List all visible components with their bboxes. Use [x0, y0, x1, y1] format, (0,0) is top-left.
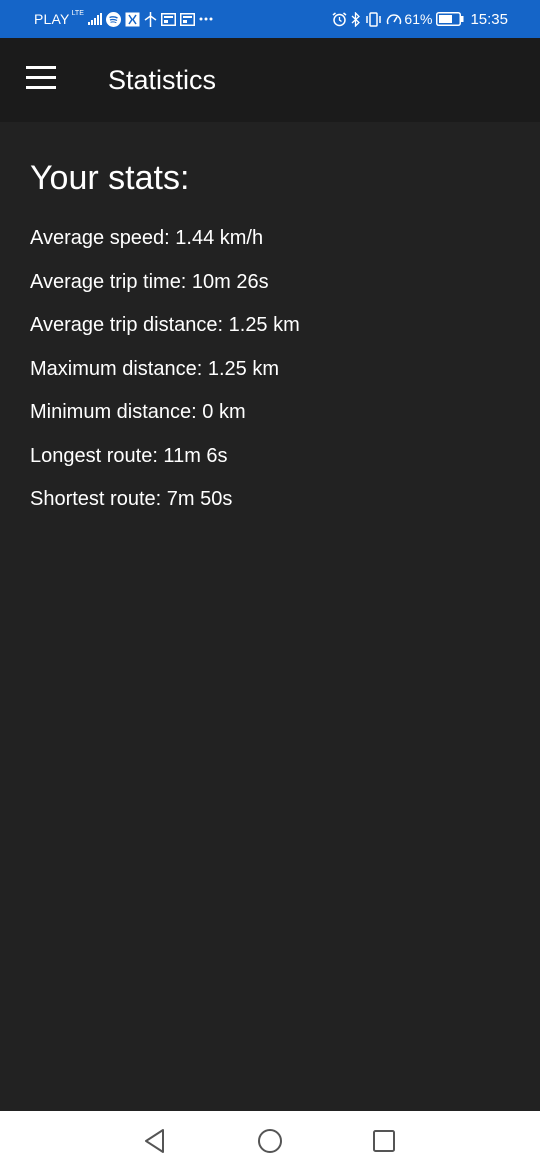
network-type-label: LTE — [71, 9, 84, 17]
bluetooth-icon — [351, 11, 361, 27]
carrier-label: PLAY — [34, 11, 70, 27]
stats-list: Average speed: 1.44 km/h Average trip ti… — [30, 224, 510, 529]
news-icon — [160, 12, 176, 26]
speed-icon — [386, 12, 402, 27]
news-icon — [179, 12, 195, 26]
status-bar-right: 61% 15:35 — [328, 10, 508, 28]
more-icon — [199, 17, 213, 21]
stat-longest-route: Longest route: 11m 6s — [30, 444, 228, 467]
navigation-bar — [0, 1111, 540, 1170]
alarm-icon — [332, 11, 347, 27]
back-icon[interactable] — [141, 1127, 169, 1155]
status-bar-left: PLAY LTE — [34, 9, 213, 27]
recents-icon[interactable] — [370, 1127, 398, 1155]
flight-icon — [144, 11, 157, 27]
battery-icon — [436, 12, 464, 26]
app-bar: Statistics — [0, 38, 540, 122]
stat-maximum-distance: Maximum distance: 1.25 km — [30, 357, 279, 380]
stats-section: Your stats: Average speed: 1.44 km/h Ave… — [30, 150, 510, 529]
vibrate-icon — [365, 11, 382, 27]
spotify-icon — [105, 11, 121, 27]
stat-average-trip-time: Average trip time: 10m 26s — [30, 270, 269, 293]
battery-percent: 61% — [404, 11, 433, 27]
app-icon — [125, 12, 140, 27]
stat-average-trip-distance: Average trip distance: 1.25 km — [30, 314, 300, 336]
hamburger-menu-icon[interactable] — [26, 66, 56, 92]
signal-icon — [87, 13, 102, 25]
screen: PLAY LTE 61% 15:35 Statistics Your stats… — [0, 0, 540, 1170]
stat-minimum-distance: Minimum distance: 0 km — [30, 401, 246, 423]
stat-average-speed: Average speed: 1.44 km/h — [30, 227, 264, 249]
home-icon[interactable] — [256, 1127, 284, 1155]
page-title: Statistics — [108, 65, 217, 95]
status-bar: PLAY LTE 61% 15:35 — [0, 0, 540, 38]
clock: 15:35 — [470, 10, 508, 28]
stat-shortest-route: Shortest route: 7m 50s — [30, 488, 233, 510]
stats-heading: Your stats: — [30, 159, 190, 197]
